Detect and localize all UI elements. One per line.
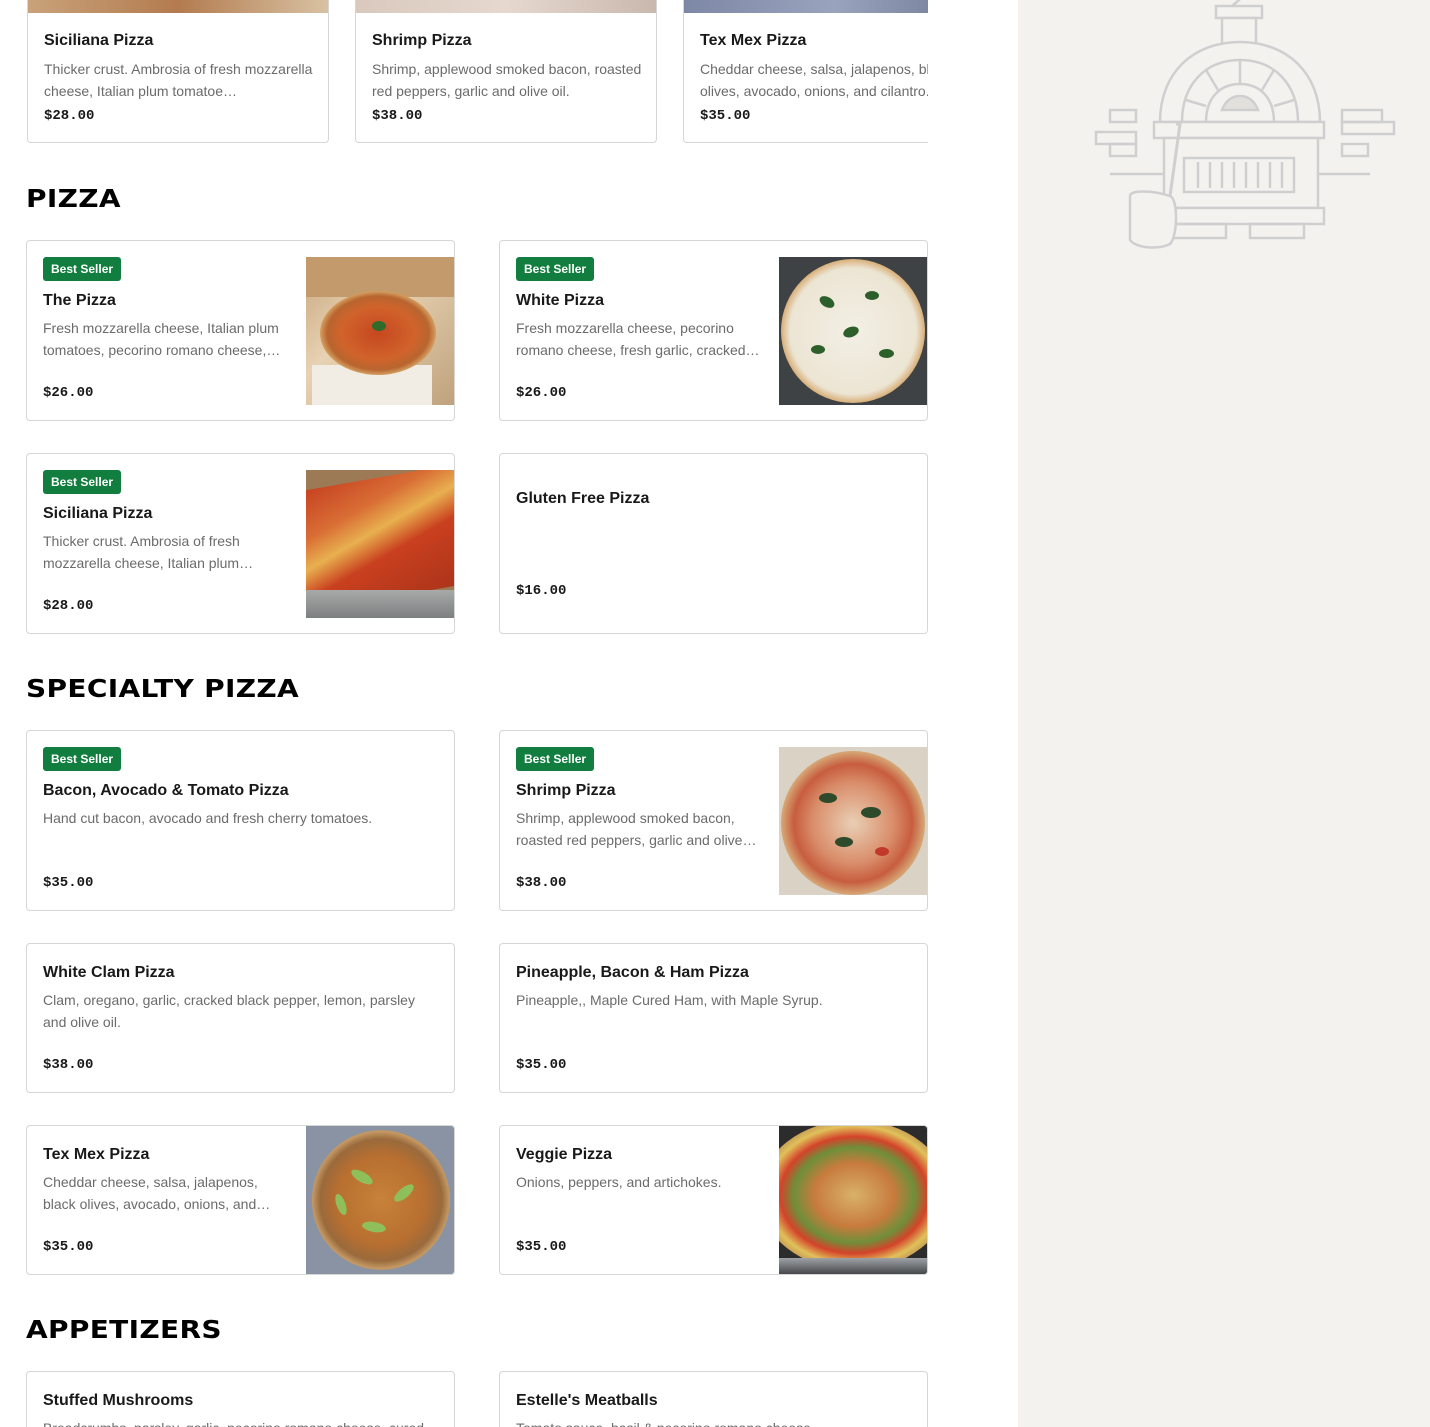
featured-item-card[interactable]: Shrimp Pizza Shrimp, applewood smoked ba… xyxy=(355,0,657,143)
menu-item-card[interactable]: Stuffed Mushrooms Breadcrumbs, parsley, … xyxy=(26,1371,455,1427)
featured-item-image xyxy=(356,0,656,13)
menu-item-description: Fresh mozzarella cheese, pecorino romano… xyxy=(516,320,760,358)
featured-item-description: Thicker crust. Ambrosia of fresh mozzare… xyxy=(44,61,313,99)
featured-item-card[interactable]: Siciliana Pizza Thicker crust. Ambrosia … xyxy=(27,0,329,143)
menu-item-title: Siciliana Pizza xyxy=(43,505,153,522)
section-title-appetizers: APPETIZERS xyxy=(26,1315,222,1344)
menu-item-photo xyxy=(306,470,454,618)
best-seller-badge: Best Seller xyxy=(43,257,122,281)
menu-item-title: White Pizza xyxy=(516,292,605,309)
menu-item-price: $38.00 xyxy=(43,1057,94,1073)
menu-item-card[interactable]: Pineapple, Bacon & Ham Pizza Pineapple,,… xyxy=(499,943,928,1093)
featured-item-title: Shrimp Pizza xyxy=(372,32,472,49)
menu-item-title: Estelle's Meatballs xyxy=(516,1392,658,1409)
menu-item-description: Tomato sauce, basil & pecorino romano ch… xyxy=(516,1417,912,1427)
menu-main: Siciliana Pizza Thicker crust. Ambrosia … xyxy=(0,0,1018,1427)
menu-item-price: $16.00 xyxy=(516,583,567,599)
menu-item-photo xyxy=(306,257,454,405)
featured-item-price: $38.00 xyxy=(372,108,423,124)
featured-item-description: Cheddar cheese, salsa, jalapenos, black … xyxy=(700,61,928,99)
menu-item-description: Cheddar cheese, salsa, jalapenos, black … xyxy=(43,1174,271,1212)
menu-item-price: $38.00 xyxy=(516,875,567,891)
featured-item-image xyxy=(684,0,928,13)
best-seller-badge: Best Seller xyxy=(43,747,122,771)
menu-item-title: Shrimp Pizza xyxy=(516,782,616,799)
section-title-specialty-pizza: SPECIALTY PIZZA xyxy=(26,674,300,703)
best-seller-badge: Best Seller xyxy=(43,470,122,494)
best-seller-badge: Best Seller xyxy=(516,747,595,771)
menu-item-price: $26.00 xyxy=(43,385,94,401)
menu-item-title: Pineapple, Bacon & Ham Pizza xyxy=(516,964,749,981)
menu-item-price: $28.00 xyxy=(43,598,94,614)
menu-item-description: Fresh mozzarella cheese, Italian plum to… xyxy=(43,320,281,358)
menu-item-price: $35.00 xyxy=(516,1057,567,1073)
menu-item-title: Gluten Free Pizza xyxy=(516,490,650,507)
featured-item-price: $28.00 xyxy=(44,108,95,124)
menu-item-photo xyxy=(779,747,927,895)
menu-item-card[interactable]: White Clam Pizza Clam, oregano, garlic, … xyxy=(26,943,455,1093)
pizza-oven-icon xyxy=(1094,0,1396,249)
menu-item-title: The Pizza xyxy=(43,292,116,309)
featured-item-card[interactable]: Tex Mex Pizza Cheddar cheese, salsa, jal… xyxy=(683,0,928,143)
menu-item-price: $35.00 xyxy=(43,875,94,891)
menu-item-card[interactable]: Best Seller Siciliana Pizza Thicker crus… xyxy=(26,453,455,634)
menu-item-description: Breadcrumbs, parsley, garlic, pecorino r… xyxy=(43,1417,439,1427)
menu-item-price: $26.00 xyxy=(516,385,567,401)
menu-item-description: Pineapple,, Maple Cured Ham, with Maple … xyxy=(516,992,823,1008)
menu-item-title: Bacon, Avocado & Tomato Pizza xyxy=(43,782,289,799)
menu-item-card[interactable]: Best Seller The Pizza Fresh mozzarella c… xyxy=(26,240,455,421)
menu-item-title: Veggie Pizza xyxy=(516,1146,613,1163)
menu-item-card[interactable]: Gluten Free Pizza $16.00 xyxy=(499,453,928,634)
menu-item-title: White Clam Pizza xyxy=(43,964,175,981)
featured-carousel: Siciliana Pizza Thicker crust. Ambrosia … xyxy=(27,0,928,143)
menu-item-description: Shrimp, applewood smoked bacon, roasted … xyxy=(516,810,757,848)
menu-item-photo xyxy=(306,1126,454,1274)
menu-item-description: Thicker crust. Ambrosia of fresh mozzare… xyxy=(43,533,254,571)
menu-item-photo xyxy=(779,257,927,405)
best-seller-badge: Best Seller xyxy=(516,257,595,281)
menu-item-photo xyxy=(779,1126,927,1274)
menu-item-card[interactable]: Best Seller Bacon, Avocado & Tomato Pizz… xyxy=(26,730,455,911)
menu-item-price: $35.00 xyxy=(43,1239,94,1255)
menu-item-card[interactable]: Estelle's Meatballs Tomato sauce, basil … xyxy=(499,1371,928,1427)
featured-item-image xyxy=(28,0,328,13)
sidebar-panel xyxy=(1018,0,1430,1427)
featured-item-title: Tex Mex Pizza xyxy=(700,32,807,49)
menu-item-description: Onions, peppers, and artichokes. xyxy=(516,1174,722,1190)
featured-item-description: Shrimp, applewood smoked bacon, roasted … xyxy=(372,61,642,99)
featured-item-title: Siciliana Pizza xyxy=(44,32,154,49)
menu-item-description: Clam, oregano, garlic, cracked black pep… xyxy=(43,992,415,1030)
menu-item-card[interactable]: Best Seller White Pizza Fresh mozzarella… xyxy=(499,240,928,421)
menu-item-card[interactable]: Best Seller Shrimp Pizza Shrimp, applewo… xyxy=(499,730,928,911)
menu-item-title: Stuffed Mushrooms xyxy=(43,1392,194,1409)
menu-item-description: Hand cut bacon, avocado and fresh cherry… xyxy=(43,810,373,826)
menu-item-card[interactable]: Veggie Pizza Onions, peppers, and artich… xyxy=(499,1125,928,1275)
section-title-pizza: PIZZA xyxy=(26,184,121,213)
menu-item-card[interactable]: Tex Mex Pizza Cheddar cheese, salsa, jal… xyxy=(26,1125,455,1275)
menu-item-price: $35.00 xyxy=(516,1239,567,1255)
featured-item-price: $35.00 xyxy=(700,108,751,124)
menu-item-title: Tex Mex Pizza xyxy=(43,1146,150,1163)
